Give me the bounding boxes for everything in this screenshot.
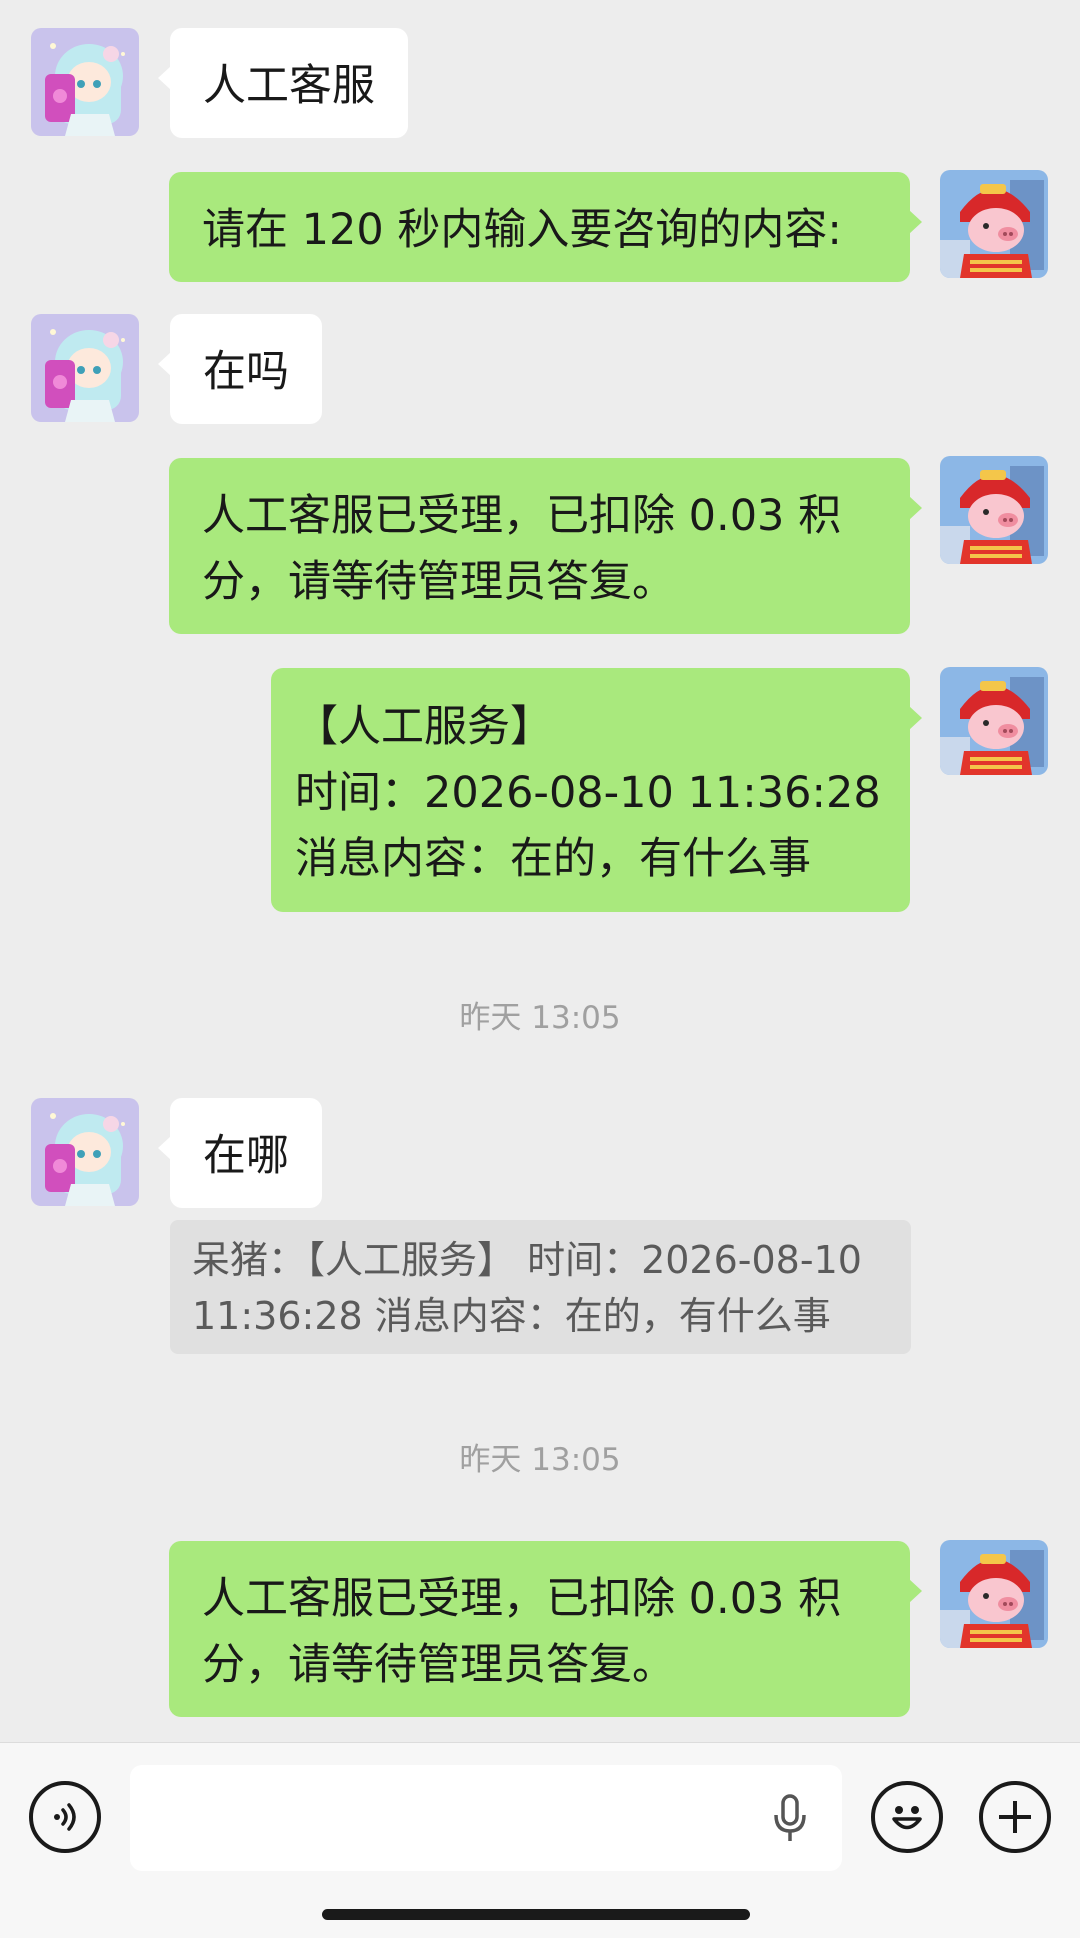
my-avatar[interactable] xyxy=(940,456,1048,564)
timestamp: 昨天 13:05 xyxy=(459,1442,621,1478)
quoted-message[interactable]: 呆猪：【人工服务】 时间：2026-08-10 11:36:28 消息内容：在的… xyxy=(170,1220,911,1354)
input-bar xyxy=(0,1742,1080,1938)
message-bubble-sent[interactable]: 【人工服务】 时间：2026-08-10 11:36:28 消息内容：在的，有什… xyxy=(271,668,922,912)
my-avatar[interactable] xyxy=(940,170,1048,278)
plus-icon xyxy=(999,1801,1031,1833)
message-bubble-received[interactable]: 在吗 xyxy=(158,314,322,424)
voice-mode-button[interactable] xyxy=(29,1781,101,1853)
more-button[interactable] xyxy=(979,1781,1051,1853)
timestamp: 昨天 13:05 xyxy=(459,1000,621,1036)
contact-avatar[interactable] xyxy=(31,1098,139,1206)
emoji-icon xyxy=(892,1806,922,1830)
message-bubble-sent[interactable]: 请在 120 秒内输入要咨询的内容: xyxy=(169,172,922,282)
my-avatar[interactable] xyxy=(940,667,1048,775)
message-bubble-received[interactable]: 在哪 xyxy=(158,1098,322,1208)
message-input[interactable] xyxy=(130,1765,842,1871)
emoji-button[interactable] xyxy=(871,1781,943,1853)
microphone-icon[interactable] xyxy=(770,1793,810,1845)
contact-avatar[interactable] xyxy=(31,314,139,422)
contact-avatar[interactable] xyxy=(31,28,139,136)
my-avatar[interactable] xyxy=(940,1540,1048,1648)
message-bubble-received[interactable]: 人工客服 xyxy=(158,28,408,138)
voice-mode-icon xyxy=(54,1803,76,1831)
home-indicator[interactable] xyxy=(322,1909,750,1920)
message-bubble-sent[interactable]: 人工客服已受理，已扣除 0.03 积分，请等待管理员答复。 xyxy=(169,458,922,634)
message-bubble-sent[interactable]: 人工客服已受理，已扣除 0.03 积分，请等待管理员答复。 xyxy=(169,1541,922,1717)
